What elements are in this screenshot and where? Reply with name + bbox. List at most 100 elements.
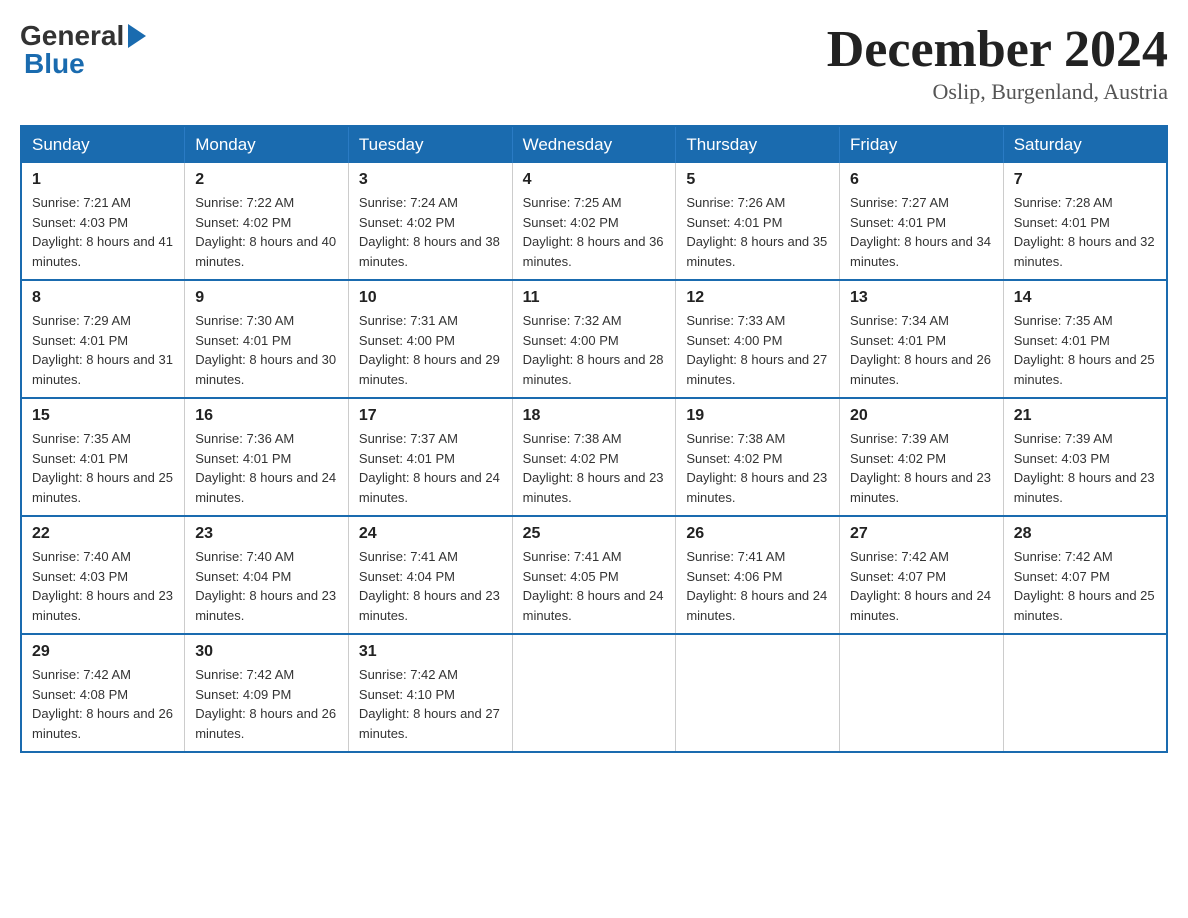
day-info: Sunrise: 7:38 AMSunset: 4:02 PMDaylight:… — [686, 431, 827, 505]
day-info: Sunrise: 7:41 AMSunset: 4:06 PMDaylight:… — [686, 549, 827, 623]
day-number: 14 — [1014, 289, 1156, 307]
calendar-day-cell: 23 Sunrise: 7:40 AMSunset: 4:04 PMDaylig… — [185, 516, 349, 634]
calendar-day-cell: 30 Sunrise: 7:42 AMSunset: 4:09 PMDaylig… — [185, 634, 349, 752]
day-info: Sunrise: 7:42 AMSunset: 4:08 PMDaylight:… — [32, 667, 173, 741]
day-info: Sunrise: 7:42 AMSunset: 4:09 PMDaylight:… — [195, 667, 336, 741]
calendar-day-cell: 12 Sunrise: 7:33 AMSunset: 4:00 PMDaylig… — [676, 280, 840, 398]
calendar-day-cell: 16 Sunrise: 7:36 AMSunset: 4:01 PMDaylig… — [185, 398, 349, 516]
day-of-week-header: Tuesday — [348, 126, 512, 163]
calendar-day-cell: 29 Sunrise: 7:42 AMSunset: 4:08 PMDaylig… — [21, 634, 185, 752]
day-number: 12 — [686, 289, 829, 307]
logo: General Blue — [20, 20, 146, 80]
calendar-week-row: 22 Sunrise: 7:40 AMSunset: 4:03 PMDaylig… — [21, 516, 1167, 634]
calendar-day-cell: 27 Sunrise: 7:42 AMSunset: 4:07 PMDaylig… — [840, 516, 1004, 634]
calendar-day-cell: 22 Sunrise: 7:40 AMSunset: 4:03 PMDaylig… — [21, 516, 185, 634]
day-number: 1 — [32, 171, 174, 189]
day-number: 8 — [32, 289, 174, 307]
calendar-day-cell: 26 Sunrise: 7:41 AMSunset: 4:06 PMDaylig… — [676, 516, 840, 634]
day-info: Sunrise: 7:31 AMSunset: 4:00 PMDaylight:… — [359, 313, 500, 387]
day-info: Sunrise: 7:35 AMSunset: 4:01 PMDaylight:… — [1014, 313, 1155, 387]
day-of-week-header: Wednesday — [512, 126, 676, 163]
day-number: 27 — [850, 525, 993, 543]
calendar-day-cell: 5 Sunrise: 7:26 AMSunset: 4:01 PMDayligh… — [676, 163, 840, 280]
calendar-week-row: 29 Sunrise: 7:42 AMSunset: 4:08 PMDaylig… — [21, 634, 1167, 752]
day-number: 26 — [686, 525, 829, 543]
calendar-day-cell: 21 Sunrise: 7:39 AMSunset: 4:03 PMDaylig… — [1003, 398, 1167, 516]
calendar-day-cell: 20 Sunrise: 7:39 AMSunset: 4:02 PMDaylig… — [840, 398, 1004, 516]
day-info: Sunrise: 7:26 AMSunset: 4:01 PMDaylight:… — [686, 195, 827, 269]
calendar-day-cell: 10 Sunrise: 7:31 AMSunset: 4:00 PMDaylig… — [348, 280, 512, 398]
day-number: 30 — [195, 643, 338, 661]
day-of-week-header: Sunday — [21, 126, 185, 163]
location-text: Oslip, Burgenland, Austria — [827, 79, 1168, 105]
day-info: Sunrise: 7:41 AMSunset: 4:05 PMDaylight:… — [523, 549, 664, 623]
calendar-day-cell: 24 Sunrise: 7:41 AMSunset: 4:04 PMDaylig… — [348, 516, 512, 634]
day-number: 22 — [32, 525, 174, 543]
logo-blue-text: Blue — [20, 48, 85, 80]
day-number: 24 — [359, 525, 502, 543]
day-info: Sunrise: 7:25 AMSunset: 4:02 PMDaylight:… — [523, 195, 664, 269]
day-info: Sunrise: 7:42 AMSunset: 4:07 PMDaylight:… — [1014, 549, 1155, 623]
day-info: Sunrise: 7:36 AMSunset: 4:01 PMDaylight:… — [195, 431, 336, 505]
calendar-week-row: 8 Sunrise: 7:29 AMSunset: 4:01 PMDayligh… — [21, 280, 1167, 398]
calendar-day-cell: 28 Sunrise: 7:42 AMSunset: 4:07 PMDaylig… — [1003, 516, 1167, 634]
calendar-day-cell: 7 Sunrise: 7:28 AMSunset: 4:01 PMDayligh… — [1003, 163, 1167, 280]
calendar-day-cell — [840, 634, 1004, 752]
day-info: Sunrise: 7:21 AMSunset: 4:03 PMDaylight:… — [32, 195, 173, 269]
page-header: General Blue December 2024 Oslip, Burgen… — [20, 20, 1168, 105]
day-info: Sunrise: 7:24 AMSunset: 4:02 PMDaylight:… — [359, 195, 500, 269]
calendar-day-cell: 4 Sunrise: 7:25 AMSunset: 4:02 PMDayligh… — [512, 163, 676, 280]
day-number: 11 — [523, 289, 666, 307]
day-number: 16 — [195, 407, 338, 425]
day-number: 29 — [32, 643, 174, 661]
day-info: Sunrise: 7:39 AMSunset: 4:02 PMDaylight:… — [850, 431, 991, 505]
calendar-day-cell: 8 Sunrise: 7:29 AMSunset: 4:01 PMDayligh… — [21, 280, 185, 398]
day-number: 4 — [523, 171, 666, 189]
month-title: December 2024 — [827, 20, 1168, 79]
calendar-day-cell — [1003, 634, 1167, 752]
day-number: 3 — [359, 171, 502, 189]
day-info: Sunrise: 7:42 AMSunset: 4:07 PMDaylight:… — [850, 549, 991, 623]
day-number: 13 — [850, 289, 993, 307]
day-number: 28 — [1014, 525, 1156, 543]
day-number: 18 — [523, 407, 666, 425]
calendar-day-cell: 2 Sunrise: 7:22 AMSunset: 4:02 PMDayligh… — [185, 163, 349, 280]
calendar-day-cell: 9 Sunrise: 7:30 AMSunset: 4:01 PMDayligh… — [185, 280, 349, 398]
calendar-day-cell: 19 Sunrise: 7:38 AMSunset: 4:02 PMDaylig… — [676, 398, 840, 516]
day-info: Sunrise: 7:42 AMSunset: 4:10 PMDaylight:… — [359, 667, 500, 741]
calendar-day-cell: 14 Sunrise: 7:35 AMSunset: 4:01 PMDaylig… — [1003, 280, 1167, 398]
day-number: 5 — [686, 171, 829, 189]
calendar-day-cell: 13 Sunrise: 7:34 AMSunset: 4:01 PMDaylig… — [840, 280, 1004, 398]
day-of-week-header: Monday — [185, 126, 349, 163]
day-number: 21 — [1014, 407, 1156, 425]
calendar-header-row: SundayMondayTuesdayWednesdayThursdayFrid… — [21, 126, 1167, 163]
day-number: 6 — [850, 171, 993, 189]
day-number: 20 — [850, 407, 993, 425]
calendar-day-cell — [676, 634, 840, 752]
calendar-day-cell — [512, 634, 676, 752]
calendar-day-cell: 11 Sunrise: 7:32 AMSunset: 4:00 PMDaylig… — [512, 280, 676, 398]
calendar-day-cell: 3 Sunrise: 7:24 AMSunset: 4:02 PMDayligh… — [348, 163, 512, 280]
day-info: Sunrise: 7:27 AMSunset: 4:01 PMDaylight:… — [850, 195, 991, 269]
day-info: Sunrise: 7:28 AMSunset: 4:01 PMDaylight:… — [1014, 195, 1155, 269]
day-of-week-header: Friday — [840, 126, 1004, 163]
day-info: Sunrise: 7:37 AMSunset: 4:01 PMDaylight:… — [359, 431, 500, 505]
day-info: Sunrise: 7:22 AMSunset: 4:02 PMDaylight:… — [195, 195, 336, 269]
logo-arrow-icon — [128, 24, 146, 48]
calendar-day-cell: 17 Sunrise: 7:37 AMSunset: 4:01 PMDaylig… — [348, 398, 512, 516]
calendar-week-row: 15 Sunrise: 7:35 AMSunset: 4:01 PMDaylig… — [21, 398, 1167, 516]
day-number: 23 — [195, 525, 338, 543]
calendar-day-cell: 25 Sunrise: 7:41 AMSunset: 4:05 PMDaylig… — [512, 516, 676, 634]
day-number: 19 — [686, 407, 829, 425]
day-info: Sunrise: 7:29 AMSunset: 4:01 PMDaylight:… — [32, 313, 173, 387]
title-area: December 2024 Oslip, Burgenland, Austria — [827, 20, 1168, 105]
calendar-day-cell: 1 Sunrise: 7:21 AMSunset: 4:03 PMDayligh… — [21, 163, 185, 280]
calendar-day-cell: 18 Sunrise: 7:38 AMSunset: 4:02 PMDaylig… — [512, 398, 676, 516]
day-number: 31 — [359, 643, 502, 661]
calendar-week-row: 1 Sunrise: 7:21 AMSunset: 4:03 PMDayligh… — [21, 163, 1167, 280]
calendar-day-cell: 6 Sunrise: 7:27 AMSunset: 4:01 PMDayligh… — [840, 163, 1004, 280]
day-info: Sunrise: 7:40 AMSunset: 4:03 PMDaylight:… — [32, 549, 173, 623]
day-of-week-header: Thursday — [676, 126, 840, 163]
day-info: Sunrise: 7:40 AMSunset: 4:04 PMDaylight:… — [195, 549, 336, 623]
calendar-day-cell: 15 Sunrise: 7:35 AMSunset: 4:01 PMDaylig… — [21, 398, 185, 516]
